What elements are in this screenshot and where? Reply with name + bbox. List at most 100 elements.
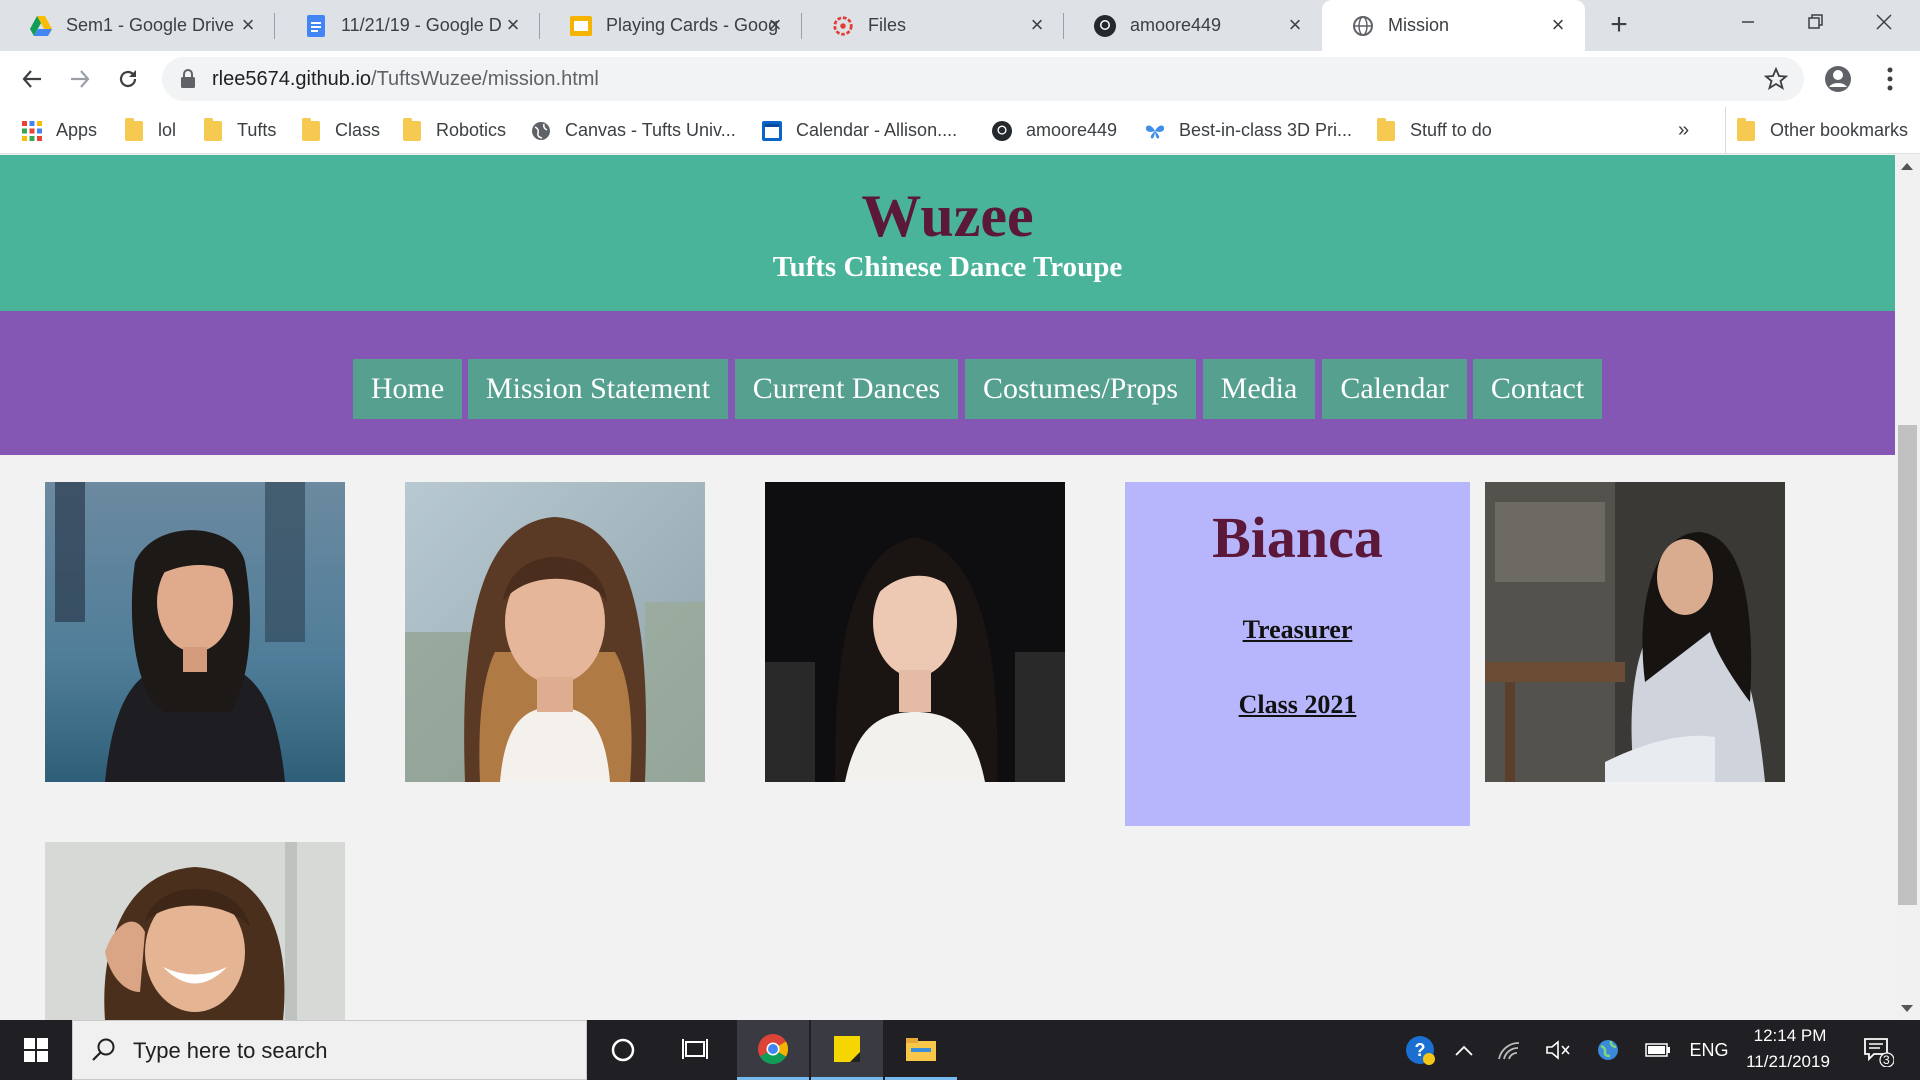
tab-title: 11/21/19 - Google D — [341, 15, 502, 35]
nav-contact[interactable]: Contact — [1473, 359, 1602, 419]
search-placeholder: Type here to search — [133, 1038, 328, 1063]
bookmark-label: Stuff to do — [1410, 120, 1492, 140]
notifications-count: 3 — [1883, 1053, 1890, 1067]
close-tab-icon[interactable]: × — [1547, 14, 1569, 36]
bookmark-star-icon[interactable] — [1763, 66, 1789, 96]
close-tab-icon[interactable]: × — [1026, 14, 1048, 36]
bookmark-folder-stuff-to-do[interactable]: Stuff to do — [1376, 107, 1492, 154]
site-navigation: Home Mission Statement Current Dances Co… — [0, 311, 1895, 455]
clock-time[interactable]: 12:14 PM — [1745, 1026, 1835, 1046]
tab-mission[interactable]: Mission × — [1322, 0, 1585, 51]
task-view-icon[interactable] — [659, 1020, 731, 1080]
bookmark-canvas[interactable]: Canvas - Tufts Univ... — [531, 107, 736, 154]
back-arrow-icon[interactable] — [14, 61, 50, 97]
close-window-icon[interactable] — [1850, 0, 1918, 44]
wifi-icon[interactable] — [1492, 1020, 1528, 1080]
lock-icon — [180, 69, 196, 94]
google-slides-icon — [570, 15, 592, 37]
url-host: rlee5674.github.io — [212, 68, 372, 90]
member-class-year: Class 2021 — [1238, 690, 1357, 719]
bookmark-folder-lol[interactable]: lol — [124, 107, 176, 154]
battery-icon[interactable] — [1640, 1020, 1676, 1080]
url-text[interactable]: rlee5674.github.io/TuftsWuzee/mission.ht… — [212, 68, 599, 91]
nav-home[interactable]: Home — [353, 359, 462, 419]
browser-tab-strip: Sem1 - Google Drive × 11/21/19 - Google … — [0, 0, 1920, 51]
nav-media[interactable]: Media — [1203, 359, 1315, 419]
bookmark-folder-robotics[interactable]: Robotics — [402, 107, 506, 154]
windows-taskbar: Type here to search ? ENG 12:14 PM 11/21… — [0, 1020, 1920, 1080]
tab-google-slides[interactable]: Playing Cards - Goog × — [540, 0, 802, 51]
member-photo[interactable] — [45, 482, 345, 782]
page-scrollbar[interactable] — [1895, 155, 1920, 1020]
canvas-icon — [832, 15, 854, 37]
new-tab-button[interactable]: + — [1603, 10, 1635, 42]
scroll-up-arrow-icon[interactable] — [1901, 163, 1913, 170]
sticky-notes-icon[interactable] — [811, 1020, 883, 1080]
close-tab-icon[interactable]: × — [237, 14, 259, 36]
tab-github[interactable]: amoore449 × — [1064, 0, 1322, 51]
show-hidden-icons-chevron-icon[interactable] — [1448, 1020, 1480, 1080]
input-language[interactable]: ENG — [1684, 1020, 1734, 1080]
bookmark-folder-tufts[interactable]: Tufts — [203, 107, 276, 154]
clock-date[interactable]: 11/21/2019 — [1733, 1052, 1843, 1072]
member-photo[interactable] — [45, 842, 345, 1020]
windows-start-icon[interactable] — [0, 1020, 72, 1080]
taskbar-search-box[interactable]: Type here to search — [72, 1020, 587, 1080]
bookmark-calendar[interactable]: Calendar - Allison.... — [762, 107, 957, 154]
cortana-icon[interactable] — [587, 1020, 659, 1080]
bookmark-label: Calendar - Allison.... — [796, 120, 958, 140]
bookmark-label: Robotics — [436, 120, 507, 140]
minimize-icon[interactable] — [1714, 0, 1782, 44]
member-name: Bianca — [1212, 505, 1383, 570]
help-icon[interactable]: ? — [1400, 1020, 1440, 1080]
nav-mission-statement[interactable]: Mission Statement — [468, 359, 728, 419]
folder-icon — [1376, 117, 1396, 141]
bookmark-label: lol — [158, 120, 177, 140]
site-title: Wuzee — [861, 183, 1034, 249]
notifications-icon[interactable]: 3 — [1852, 1020, 1902, 1080]
profile-avatar-icon[interactable] — [1820, 61, 1856, 102]
search-icon — [91, 1037, 117, 1068]
bookmark-label: Class — [335, 120, 381, 140]
member-bio-card: Bianca Treasurer Class 2021 — [1125, 482, 1470, 826]
github-icon — [992, 120, 1012, 141]
chrome-taskbar-icon[interactable] — [737, 1020, 809, 1080]
restore-icon[interactable] — [1782, 0, 1850, 44]
bookmark-other-bookmarks[interactable]: Other bookmarks — [1725, 107, 1908, 154]
member-photo[interactable] — [1485, 482, 1785, 782]
tab-google-drive[interactable]: Sem1 - Google Drive × — [0, 0, 275, 51]
nav-calendar[interactable]: Calendar — [1322, 359, 1467, 419]
nav-current-dances[interactable]: Current Dances — [735, 359, 958, 419]
folder-icon — [402, 117, 422, 141]
google-drive-icon — [30, 15, 52, 37]
address-bar[interactable]: rlee5674.github.io/TuftsWuzee/mission.ht… — [162, 57, 1804, 101]
bookmark-3d-printing[interactable]: Best-in-class 3D Pri... — [1145, 107, 1352, 154]
volume-muted-icon[interactable] — [1540, 1020, 1576, 1080]
folder-icon — [1736, 117, 1756, 141]
globe-icon — [1352, 15, 1374, 37]
bookmark-label: Tufts — [237, 120, 277, 140]
forward-arrow-icon[interactable] — [62, 61, 98, 97]
bookmarks-overflow-chevron-icon[interactable]: » — [1678, 107, 1689, 154]
google-docs-icon — [305, 14, 327, 37]
close-tab-icon[interactable]: × — [1284, 14, 1306, 36]
bookmark-github[interactable]: amoore449 — [992, 107, 1117, 154]
folder-icon — [301, 117, 321, 141]
tab-canvas-files[interactable]: Files × — [802, 0, 1064, 51]
outlook-calendar-icon — [762, 120, 782, 141]
bookmark-apps[interactable]: Apps — [22, 107, 97, 154]
tab-google-docs[interactable]: 11/21/19 - Google D × — [275, 0, 540, 51]
member-photo[interactable] — [405, 482, 705, 782]
file-explorer-icon[interactable] — [885, 1020, 957, 1080]
reload-icon[interactable] — [110, 61, 146, 97]
bookmark-folder-class[interactable]: Class — [301, 107, 380, 154]
scrollbar-thumb[interactable] — [1898, 425, 1917, 905]
member-photo[interactable] — [765, 482, 1065, 782]
kebab-menu-icon[interactable] — [1872, 61, 1908, 102]
close-tab-icon[interactable]: × — [502, 14, 524, 36]
network-globe-icon[interactable] — [1590, 1020, 1626, 1080]
nav-costumes-props[interactable]: Costumes/Props — [965, 359, 1196, 419]
close-tab-icon[interactable]: × — [764, 14, 786, 36]
browser-toolbar: rlee5674.github.io/TuftsWuzee/mission.ht… — [0, 51, 1920, 107]
scroll-down-arrow-icon[interactable] — [1901, 1005, 1913, 1012]
